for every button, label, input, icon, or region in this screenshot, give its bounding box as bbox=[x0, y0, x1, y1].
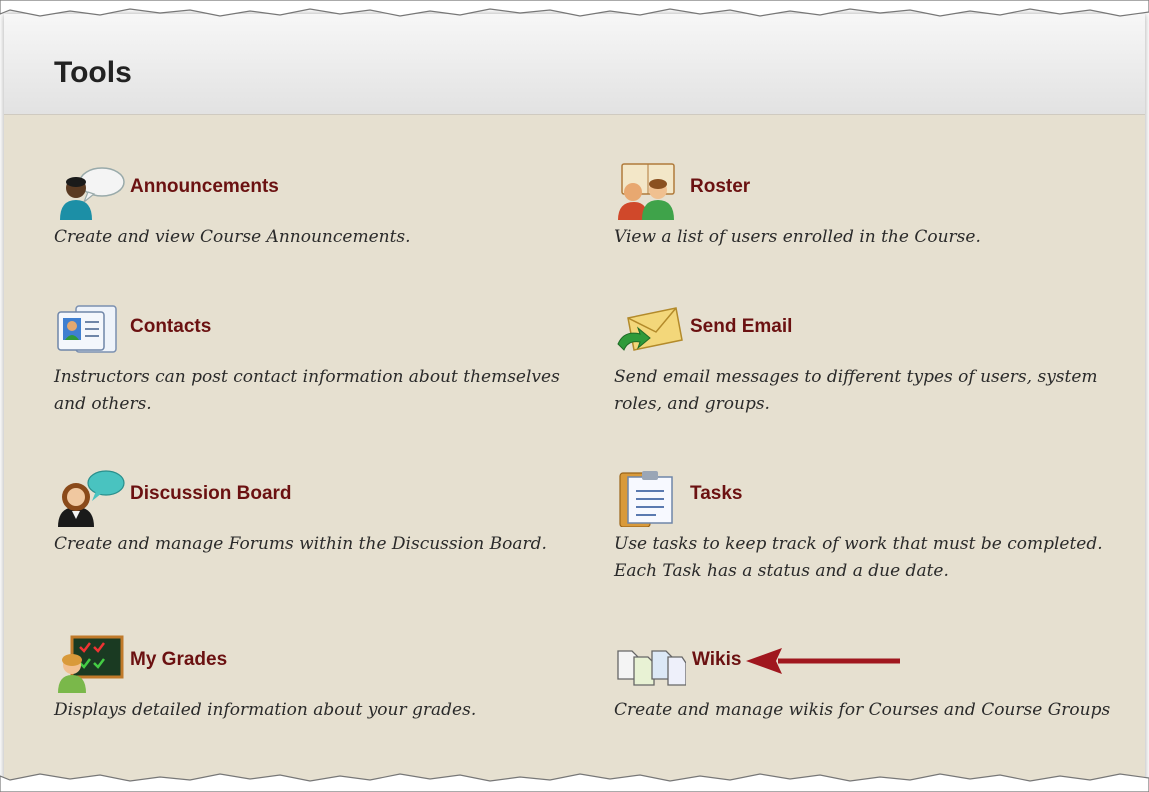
contacts-link[interactable]: Contacts bbox=[130, 316, 211, 338]
torn-edge-bottom bbox=[0, 773, 1149, 792]
roster-link[interactable]: Roster bbox=[690, 176, 750, 198]
page-title: Tools bbox=[54, 56, 132, 89]
tasks-icon bbox=[619, 471, 673, 527]
send-email-link[interactable]: Send Email bbox=[690, 316, 792, 338]
tool-item-send-email: Send Email Send email messages to differ… bbox=[614, 302, 1124, 418]
announcements-link[interactable]: Announcements bbox=[130, 176, 279, 198]
tools-panel: Tools Announcements Create and view Cour… bbox=[4, 14, 1145, 782]
announcements-icon bbox=[60, 167, 125, 220]
my-grades-description: Displays detailed information about your… bbox=[54, 700, 477, 720]
contacts-icon bbox=[57, 305, 117, 353]
wikis-link[interactable]: Wikis bbox=[692, 649, 741, 671]
discussion-board-description: Create and manage Forums within the Disc… bbox=[54, 534, 547, 554]
contacts-description: Instructors can post contact information… bbox=[54, 367, 560, 414]
discussion-board-link[interactable]: Discussion Board bbox=[130, 483, 292, 505]
tasks-link[interactable]: Tasks bbox=[690, 483, 742, 505]
tool-item-roster: Roster View a list of users enrolled in … bbox=[614, 162, 1124, 251]
tool-item-contacts: Contacts Instructors can post contact in… bbox=[54, 302, 564, 418]
roster-icon bbox=[618, 163, 675, 220]
torn-edge-top bbox=[0, 0, 1149, 17]
tool-item-my-grades: My Grades Displays detailed information … bbox=[54, 635, 564, 724]
send-email-description: Send email messages to different types o… bbox=[614, 367, 1098, 414]
my-grades-link[interactable]: My Grades bbox=[130, 649, 227, 671]
tool-item-discussion-board: Discussion Board Create and manage Forum… bbox=[54, 469, 564, 558]
tool-item-announcements: Announcements Create and view Course Ann… bbox=[54, 162, 564, 251]
roster-description: View a list of users enrolled in the Cou… bbox=[614, 227, 981, 247]
tasks-description: Use tasks to keep track of work that mus… bbox=[614, 534, 1103, 581]
send-email-icon bbox=[617, 307, 683, 351]
tool-item-tasks: Tasks Use tasks to keep track of work th… bbox=[614, 469, 1124, 585]
wikis-icon bbox=[617, 650, 686, 686]
annotation-arrow bbox=[746, 648, 900, 674]
my-grades-icon bbox=[58, 635, 124, 693]
announcements-description: Create and view Course Announcements. bbox=[54, 227, 411, 247]
wikis-description: Create and manage wikis for Courses and … bbox=[614, 700, 1111, 720]
page-header: Tools bbox=[4, 14, 1145, 115]
discussion-board-icon bbox=[58, 470, 125, 527]
